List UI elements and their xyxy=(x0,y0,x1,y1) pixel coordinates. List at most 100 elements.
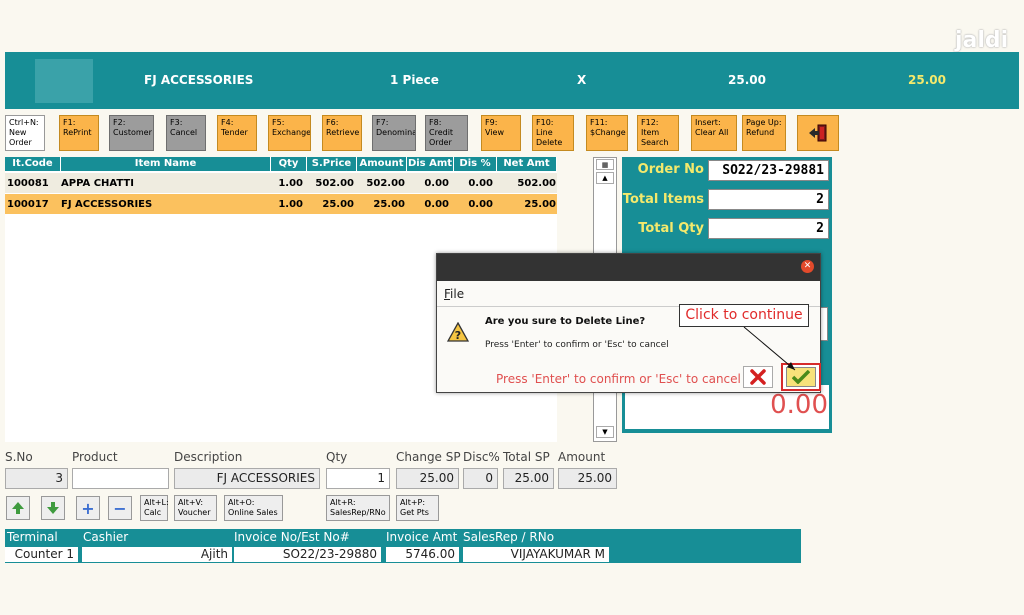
dialog-titlebar xyxy=(437,254,820,281)
cell-code: 100017 xyxy=(7,199,49,210)
click-to-continue-callout: Click to continue xyxy=(679,304,809,327)
move-up-button[interactable] xyxy=(6,496,30,520)
get-points-button[interactable]: Alt+P: Get Pts xyxy=(396,495,439,521)
invoice-label: Invoice No/Est No# xyxy=(234,530,350,544)
invoice-amt-label: Invoice Amt xyxy=(386,530,458,544)
current-item-price: 25.00 xyxy=(728,73,766,87)
cancel-button[interactable]: F3: Cancel xyxy=(166,115,206,151)
exchange-button[interactable]: F5: Exchange xyxy=(268,115,311,151)
view-button[interactable]: F9: View xyxy=(481,115,521,151)
cashier-label: Cashier xyxy=(83,530,129,544)
online-sales-button[interactable]: Alt+O: Online Sales xyxy=(224,495,283,521)
item-search-button[interactable]: F12: Item Search xyxy=(637,115,679,151)
invoice-amt-value: 5746.00 xyxy=(386,547,459,562)
total-items-label: Total Items xyxy=(622,192,704,207)
cell-disamt: 0.00 xyxy=(424,178,449,189)
cell-qty: 1.00 xyxy=(278,199,303,210)
item-display-bar: FJ ACCESSORIES 1 Piece X 25.00 25.00 xyxy=(5,52,1019,109)
disc-label: Disc% xyxy=(463,450,500,464)
dialog-question: Are you sure to Delete Line? xyxy=(485,316,646,327)
close-icon[interactable]: ✕ xyxy=(801,260,814,273)
cell-qty: 1.00 xyxy=(278,178,303,189)
change-sp-input[interactable]: 25.00 xyxy=(396,468,459,489)
col-header-disamt[interactable]: Dis Amt xyxy=(407,157,454,171)
qty-label: Qty xyxy=(326,450,348,464)
exit-button[interactable] xyxy=(797,115,839,151)
plus-icon: + xyxy=(81,498,95,518)
product-input[interactable] xyxy=(72,468,169,489)
store-logo-placeholder xyxy=(35,59,93,103)
col-header-netamt[interactable]: Net Amt xyxy=(497,157,557,171)
cell-sprice: 25.00 xyxy=(322,199,354,210)
total-sp-field: 25.00 xyxy=(503,468,554,489)
line-delete-button[interactable]: F10: Line Delete xyxy=(532,115,574,151)
denomination-button[interactable]: F7: Denomina xyxy=(372,115,416,151)
table-row-selected[interactable]: 100017 FJ ACCESSORIES 1.00 25.00 25.00 0… xyxy=(5,194,557,214)
cell-name: APPA CHATTI xyxy=(61,178,134,189)
cell-dispct: 0.00 xyxy=(468,178,493,189)
cell-code: 100081 xyxy=(7,178,49,189)
tender-button[interactable]: F4: Tender xyxy=(217,115,257,151)
disc-input[interactable]: 0 xyxy=(463,468,498,489)
retrieve-button[interactable]: F6: Retrieve xyxy=(322,115,362,151)
grand-total-value: 0.00 xyxy=(770,390,828,420)
file-menu[interactable]: File xyxy=(444,287,464,301)
dialog-subtext: Press 'Enter' to confirm or 'Esc' to can… xyxy=(485,340,669,350)
warning-icon: ? xyxy=(447,322,469,342)
add-qty-button[interactable]: + xyxy=(76,496,100,520)
column-chooser-icon[interactable]: ▦ xyxy=(596,159,614,170)
cell-amount: 25.00 xyxy=(373,199,405,210)
col-header-code[interactable]: It.Code xyxy=(5,157,61,171)
current-item-total: 25.00 xyxy=(908,73,946,87)
cell-amount: 502.00 xyxy=(366,178,405,189)
salesrep-button[interactable]: Alt+R: SalesRep/RNo xyxy=(326,495,390,521)
change-button[interactable]: F11: $Change xyxy=(586,115,628,151)
terminal-value: Counter 1 xyxy=(5,547,78,562)
sno-field: 3 xyxy=(5,468,68,489)
scroll-up-arrow-icon[interactable]: ▲ xyxy=(596,172,614,184)
new-order-button[interactable]: Ctrl+N: New Order xyxy=(5,115,45,151)
cancel-x-button[interactable] xyxy=(743,366,773,388)
voucher-button[interactable]: Alt+V: Voucher xyxy=(174,495,217,521)
confirm-check-button[interactable] xyxy=(781,363,821,391)
col-header-qty[interactable]: Qty xyxy=(271,157,307,171)
reduce-qty-button[interactable]: − xyxy=(108,496,132,520)
refund-button[interactable]: Page Up: Refund xyxy=(742,115,786,151)
col-header-amount[interactable]: Amount xyxy=(357,157,407,171)
col-header-dispct[interactable]: Dis % xyxy=(454,157,497,171)
file-menu-rest: ile xyxy=(450,287,465,301)
move-down-button[interactable] xyxy=(41,496,65,520)
product-label: Product xyxy=(72,450,118,464)
cell-net: 25.00 xyxy=(524,199,556,210)
salesrep-value: VIJAYAKUMAR M xyxy=(463,547,609,562)
description-label: Description xyxy=(174,450,243,464)
col-header-name[interactable]: Item Name xyxy=(61,157,271,171)
amount-field: 25.00 xyxy=(558,468,617,489)
terminal-label: Terminal xyxy=(7,530,58,544)
table-row[interactable]: 100081 APPA CHATTI 1.00 502.00 502.00 0.… xyxy=(5,173,557,193)
current-item-name: FJ ACCESSORIES xyxy=(144,73,254,87)
total-items-value: 2 xyxy=(708,189,829,210)
total-sp-label: Total SP xyxy=(503,450,550,464)
total-qty-value: 2 xyxy=(708,218,829,239)
dialog-hint: Press 'Enter' to confirm or 'Esc' to can… xyxy=(496,372,741,386)
invoice-info-bar: Terminal Cashier Invoice No/Est No# Invo… xyxy=(5,529,801,563)
exit-icon xyxy=(809,124,827,142)
calc-button[interactable]: Alt+L: Calc xyxy=(140,495,169,521)
current-item-qty: 1 Piece xyxy=(390,73,439,87)
credit-order-button[interactable]: F8: Credit Order xyxy=(425,115,468,151)
clear-all-button[interactable]: Insert: Clear All xyxy=(691,115,737,151)
confirm-check-inner xyxy=(786,367,816,387)
qty-input[interactable]: 1 xyxy=(326,468,390,489)
customer-button[interactable]: F2: Customer xyxy=(109,115,154,151)
scroll-down-arrow-icon[interactable]: ▼ xyxy=(596,426,614,438)
description-field: FJ ACCESSORIES xyxy=(174,468,320,489)
cell-disamt: 0.00 xyxy=(424,199,449,210)
cell-net: 502.00 xyxy=(517,178,556,189)
svg-text:?: ? xyxy=(455,329,461,342)
checkmark-icon xyxy=(792,370,810,384)
sno-label: S.No xyxy=(5,450,33,464)
col-header-sprice[interactable]: S.Price xyxy=(307,157,357,171)
reprint-button[interactable]: F1: RePrint xyxy=(59,115,99,151)
amount-label: Amount xyxy=(558,450,606,464)
